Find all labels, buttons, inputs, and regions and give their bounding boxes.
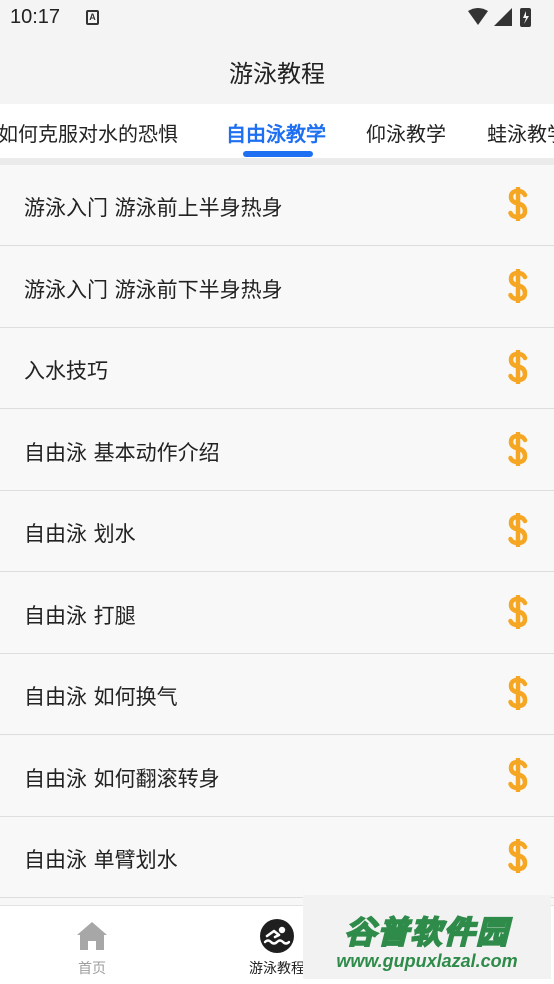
list-item[interactable]: 自由泳 基本动作介绍 <box>0 410 554 491</box>
notification-a-icon: A <box>86 10 99 25</box>
signal-icon <box>494 8 512 26</box>
list-item[interactable]: 自由泳 打腿 <box>0 573 554 654</box>
nav-item-home[interactable]: 首页 <box>0 906 184 984</box>
tab-backstroke[interactable]: 仰泳教学 <box>366 118 446 147</box>
paid-coin-icon <box>508 839 528 873</box>
paid-coin-icon <box>508 350 528 384</box>
category-tab-bar[interactable]: 如何克服对水的恐惧 自由泳教学 仰泳教学 蛙泳教学 <box>0 104 554 158</box>
lesson-title: 自由泳 打腿 <box>24 604 136 628</box>
wifi-icon <box>468 8 488 25</box>
list-item[interactable]: 游泳入门 游泳前上半身热身 <box>0 165 554 246</box>
lesson-title: 入水技巧 <box>24 359 108 383</box>
tab-breaststroke[interactable]: 蛙泳教学 <box>487 118 554 147</box>
lesson-title: 游泳入门 游泳前下半身热身 <box>24 278 283 302</box>
lesson-title: 自由泳 单臂划水 <box>24 848 178 872</box>
swimmer-icon <box>260 919 294 953</box>
paid-coin-icon <box>508 758 528 792</box>
home-icon <box>77 922 107 950</box>
watermark-name: 谷普软件园 <box>344 914 510 952</box>
lesson-title: 自由泳 如何翻滚转身 <box>24 767 220 791</box>
paid-coin-icon <box>508 187 528 221</box>
list-item[interactable]: 自由泳 单臂划水 <box>0 817 554 898</box>
paid-coin-icon <box>508 432 528 466</box>
divider <box>0 158 554 165</box>
lesson-title: 游泳入门 游泳前上半身热身 <box>24 196 283 220</box>
paid-coin-icon <box>508 513 528 547</box>
paid-coin-icon <box>508 269 528 303</box>
list-item[interactable]: 入水技巧 <box>0 328 554 409</box>
list-item[interactable]: 游泳入门 游泳前下半身热身 <box>0 247 554 328</box>
lesson-title: 自由泳 划水 <box>24 522 136 546</box>
app-header: 游泳教程 <box>0 36 554 104</box>
watermark-url: www.gupuxlazal.com <box>336 951 518 971</box>
list-item[interactable]: 自由泳 划水 <box>0 491 554 572</box>
status-time: 10:17 <box>10 6 61 28</box>
tab-freestyle[interactable]: 自由泳教学 <box>226 118 326 147</box>
page-title: 游泳教程 <box>229 60 325 88</box>
paid-coin-icon <box>508 676 528 710</box>
lesson-list[interactable]: 游泳入门 游泳前上半身热身 游泳入门 游泳前下半身热身 入水技巧 自由泳 基本动… <box>0 165 554 905</box>
list-item[interactable]: 自由泳 如何换气 <box>0 654 554 735</box>
tab-overcome-fear[interactable]: 如何克服对水的恐惧 <box>0 118 178 147</box>
paid-coin-icon <box>508 595 528 629</box>
list-item[interactable]: 自由泳 如何翻滚转身 <box>0 736 554 817</box>
status-icons <box>468 8 531 27</box>
active-tab-indicator <box>243 151 313 157</box>
status-bar: 10:17 A <box>0 0 554 36</box>
lesson-title: 自由泳 如何换气 <box>24 685 178 709</box>
watermark: 谷普软件园 www.gupuxlazal.com <box>303 895 551 979</box>
lesson-title: 自由泳 基本动作介绍 <box>24 441 220 465</box>
nav-label-home: 首页 <box>78 961 106 977</box>
